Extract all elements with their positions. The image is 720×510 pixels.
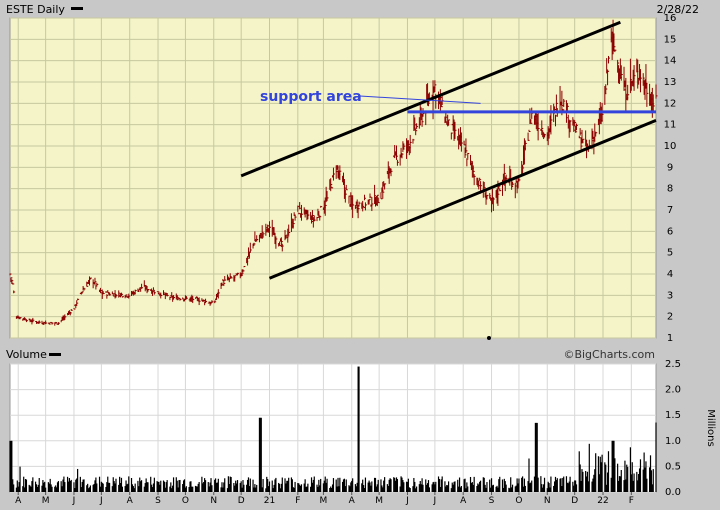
price-tick-label: 2 <box>667 312 673 323</box>
chart-title: ESTE Daily <box>6 3 65 16</box>
price-panel: support area 12345678910111213141516 EST… <box>6 3 699 344</box>
volume-unit-label: Millions <box>705 409 716 446</box>
x-tick-label: J <box>405 496 409 506</box>
credit-text: ©BigCharts.com <box>563 348 655 361</box>
x-tick-label: J <box>99 496 103 506</box>
x-tick-label: J <box>433 496 437 506</box>
volume-tick-label: 2.0 <box>665 385 681 396</box>
price-tick-label: 5 <box>667 248 673 259</box>
price-tick-label: 7 <box>667 205 673 216</box>
price-tick-label: 10 <box>664 141 677 152</box>
x-tick-label: D <box>238 496 245 506</box>
price-tick-label: 3 <box>667 290 673 301</box>
volume-tick-label: 0.5 <box>665 461 681 472</box>
x-tick-label: A <box>460 496 467 506</box>
x-tick-label: A <box>127 496 134 506</box>
x-tick-label: F <box>629 496 634 506</box>
x-tick-label: 22 <box>597 496 608 506</box>
chart-stage: support area 12345678910111213141516 EST… <box>6 3 716 506</box>
annotation-label: support area <box>260 89 362 105</box>
x-tick-label: M <box>320 496 328 506</box>
x-tick-label: M <box>375 496 383 506</box>
x-tick-label: M <box>42 496 50 506</box>
x-tick-label: 21 <box>264 496 275 506</box>
x-tick-label: D <box>571 496 578 506</box>
volume-tick-label: 1.5 <box>665 410 681 421</box>
volume-label: Volume <box>6 348 47 361</box>
price-tick-label: 11 <box>664 120 677 131</box>
volume-tick-label: 2.5 <box>665 359 681 370</box>
x-tick-label: F <box>295 496 300 506</box>
x-tick-label: A <box>349 496 356 506</box>
price-tick-label: 12 <box>664 98 677 109</box>
x-tick-label: N <box>210 496 217 506</box>
price-tick-label: 14 <box>664 56 677 67</box>
volume-plot-background <box>9 363 657 493</box>
volume-panel: 0.0 0.5 1.0 1.5 2.0 2.5 Volume ©BigCharts.com… <box>6 348 716 498</box>
volume-tick-label: 1.0 <box>665 436 681 447</box>
price-tick-label: 6 <box>667 226 673 237</box>
marker-dot <box>487 336 491 340</box>
price-tick-label: 8 <box>667 184 673 195</box>
x-tick-label: N <box>544 496 551 506</box>
chart-date: 2/28/22 <box>657 3 699 16</box>
price-tick-label: 4 <box>667 269 673 280</box>
legend-swatch <box>71 7 83 10</box>
x-tick-label: O <box>182 496 189 506</box>
volume-y-axis: 0.0 0.5 1.0 1.5 2.0 2.5 <box>665 359 681 498</box>
price-y-axis: 12345678910111213141516 <box>664 13 677 344</box>
x-axis: A M J J A S O N D 21 F M A M J J A S O N D 22 F <box>15 492 634 506</box>
price-tick-label: 13 <box>664 77 677 88</box>
x-tick-label: S <box>489 496 495 506</box>
volume-tick-label: 0.0 <box>665 487 681 498</box>
volume-legend-swatch <box>49 353 61 356</box>
price-tick-label: 9 <box>667 162 673 173</box>
price-tick-label: 1 <box>667 333 673 344</box>
x-tick-label: O <box>515 496 522 506</box>
x-tick-label: J <box>72 496 76 506</box>
x-tick-label: A <box>15 496 22 506</box>
x-tick-label: S <box>155 496 161 506</box>
price-tick-label: 15 <box>664 34 677 45</box>
